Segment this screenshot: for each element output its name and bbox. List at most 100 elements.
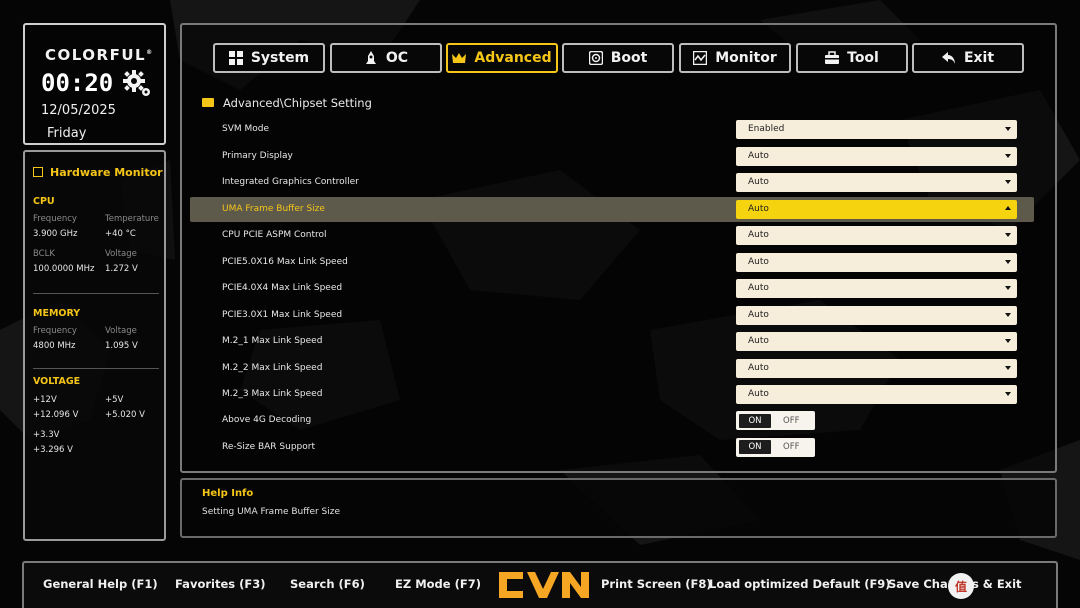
watermark-badge-icon: 值	[948, 573, 974, 599]
m2-2-dropdown[interactable]: Auto	[736, 358, 1017, 378]
setting-label: Above 4G Decoding	[222, 415, 312, 425]
chevron-down-icon	[1005, 127, 1011, 131]
setting-row-pcie5-x16[interactable]: PCIE5.0X16 Max Link Speed Auto	[190, 250, 1034, 275]
setting-label: PCIE5.0X16 Max Link Speed	[222, 256, 348, 267]
tab-advanced[interactable]: Advanced	[446, 43, 558, 73]
chip-icon	[33, 167, 43, 177]
setting-label: Re-Size BAR Support	[222, 441, 315, 452]
ez-mode-button[interactable]: EZ Mode (F7)	[395, 577, 481, 591]
pcie3-x1-dropdown[interactable]: Auto	[736, 305, 1017, 325]
pcie5-x16-dropdown[interactable]: Auto	[736, 252, 1017, 272]
integrated-graphics-dropdown[interactable]: Auto	[736, 173, 1017, 192]
tab-label: OC	[385, 50, 409, 66]
cpu-section-title: CPU	[33, 196, 55, 207]
tab-label: Advanced	[474, 50, 552, 66]
setting-label: SVM Mode	[222, 124, 270, 134]
chevron-down-icon	[1005, 392, 1011, 396]
setting-label: UMA Frame Buffer Size	[222, 203, 325, 214]
cpu-voltage-value: 1.272 V	[105, 264, 138, 274]
toggle-on-label[interactable]: ON	[739, 440, 771, 454]
setting-row-cpu-pcie-aspm[interactable]: CPU PCIE ASPM Control Auto	[190, 223, 1034, 248]
chevron-up-icon	[1005, 205, 1011, 210]
disk-icon	[588, 51, 603, 65]
resize-bar-toggle[interactable]: ON OFF	[736, 437, 815, 457]
chevron-down-icon	[1005, 339, 1011, 343]
tab-tool[interactable]: Tool	[796, 43, 908, 73]
v12-value: +12.096 V	[33, 410, 79, 420]
setting-label: M.2_1 Max Link Speed	[222, 336, 323, 346]
setting-label: M.2_3 Max Link Speed	[222, 389, 323, 399]
toolbox-icon	[825, 51, 840, 64]
chevron-down-icon	[1005, 286, 1011, 290]
grid-icon	[228, 51, 243, 65]
primary-display-dropdown[interactable]: Auto	[736, 146, 1017, 166]
setting-row-m2-1[interactable]: M.2_1 Max Link Speed Auto	[190, 329, 1034, 354]
setting-row-m2-3[interactable]: M.2_3 Max Link Speed Auto	[190, 382, 1034, 407]
v33-label: +3.3V	[33, 430, 60, 440]
v33-value: +3.296 V	[33, 445, 73, 455]
load-optimized-default-button[interactable]: Load optimized Default (F9)	[709, 577, 891, 591]
setting-label: Integrated Graphics Controller	[222, 177, 359, 187]
breadcrumb: Advanced\Chipset Setting	[202, 96, 372, 110]
cpu-temperature-value: +40 °C	[105, 229, 136, 239]
setting-row-uma-frame-buffer[interactable]: UMA Frame Buffer Size Auto	[190, 196, 1034, 222]
setting-row-pcie4-x4[interactable]: PCIE4.0X4 Max Link Speed Auto	[190, 276, 1034, 301]
m2-1-dropdown[interactable]: Auto	[736, 332, 1017, 351]
setting-label: Primary Display	[222, 150, 293, 161]
uma-frame-buffer-dropdown[interactable]: Auto	[736, 199, 1017, 219]
toggle-off-label[interactable]: OFF	[783, 416, 799, 426]
clock-day: Friday	[47, 126, 87, 141]
chevron-down-icon	[1005, 365, 1011, 370]
gear-icon[interactable]	[121, 67, 153, 99]
cpu-voltage-label: Voltage	[105, 249, 137, 259]
setting-row-m2-2[interactable]: M.2_2 Max Link Speed Auto	[190, 356, 1034, 381]
memory-section-title: MEMORY	[33, 308, 81, 319]
setting-row-integrated-graphics[interactable]: Integrated Graphics Controller Auto	[190, 170, 1034, 195]
setting-label: PCIE3.0X1 Max Link Speed	[222, 309, 343, 320]
setting-row-primary-display[interactable]: Primary Display Auto	[190, 144, 1034, 169]
toggle-off-label[interactable]: OFF	[783, 442, 799, 452]
setting-row-resize-bar[interactable]: Re-Size BAR Support ON OFF	[190, 435, 1034, 460]
cpu-pcie-aspm-dropdown[interactable]: Auto	[736, 226, 1017, 245]
chevron-down-icon	[1005, 259, 1011, 264]
m2-3-dropdown[interactable]: Auto	[736, 385, 1017, 404]
print-screen-button[interactable]: Print Screen (F8)	[601, 577, 712, 591]
memory-frequency-value: 4800 MHz	[33, 341, 76, 351]
cpu-frequency-label: Frequency	[33, 214, 77, 224]
help-info-panel: Help Info Setting UMA Frame Buffer Size	[180, 478, 1057, 538]
pcie4-x4-dropdown[interactable]: Auto	[736, 279, 1017, 298]
setting-row-pcie3-x1[interactable]: PCIE3.0X1 Max Link Speed Auto	[190, 303, 1034, 328]
above-4g-toggle[interactable]: ON OFF	[736, 411, 815, 430]
tab-boot[interactable]: Boot	[562, 43, 674, 73]
memory-frequency-label: Frequency	[33, 326, 77, 336]
divider	[33, 293, 159, 294]
tab-label: Tool	[847, 50, 879, 66]
memory-voltage-value: 1.095 V	[105, 341, 138, 351]
folder-icon	[202, 98, 214, 107]
setting-row-above-4g[interactable]: Above 4G Decoding ON OFF	[190, 408, 1034, 433]
cvn-logo	[499, 572, 589, 598]
tab-label: System	[250, 50, 310, 66]
cpu-temperature-label: Temperature	[105, 214, 159, 224]
favorites-button[interactable]: Favorites (F3)	[175, 577, 265, 591]
help-title: Help Info	[202, 488, 254, 499]
cpu-frequency-value: 3.900 GHz	[33, 229, 78, 239]
setting-row-svm-mode[interactable]: SVM Mode Enabled	[190, 117, 1034, 142]
bclk-label: BCLK	[33, 249, 55, 259]
tab-monitor[interactable]: Monitor	[679, 43, 791, 73]
tab-system[interactable]: System	[213, 43, 325, 73]
setting-label: CPU PCIE ASPM Control	[222, 230, 327, 240]
toggle-on-label[interactable]: ON	[739, 413, 771, 428]
rocket-icon	[365, 51, 376, 64]
chevron-down-icon	[1005, 180, 1011, 184]
tab-exit[interactable]: Exit	[912, 43, 1024, 73]
tab-label: Exit	[963, 50, 995, 66]
tab-label: Monitor	[715, 50, 777, 66]
tab-oc[interactable]: OC	[330, 43, 442, 73]
hardware-monitor-title: Hardware Monitor	[33, 166, 163, 179]
svm-mode-dropdown[interactable]: Enabled	[736, 120, 1017, 139]
general-help-button[interactable]: General Help (F1)	[43, 577, 158, 591]
search-button[interactable]: Search (F6)	[290, 577, 365, 591]
brand-logo: COLORFUL®	[45, 46, 154, 64]
v5-label: +5V	[105, 395, 124, 405]
